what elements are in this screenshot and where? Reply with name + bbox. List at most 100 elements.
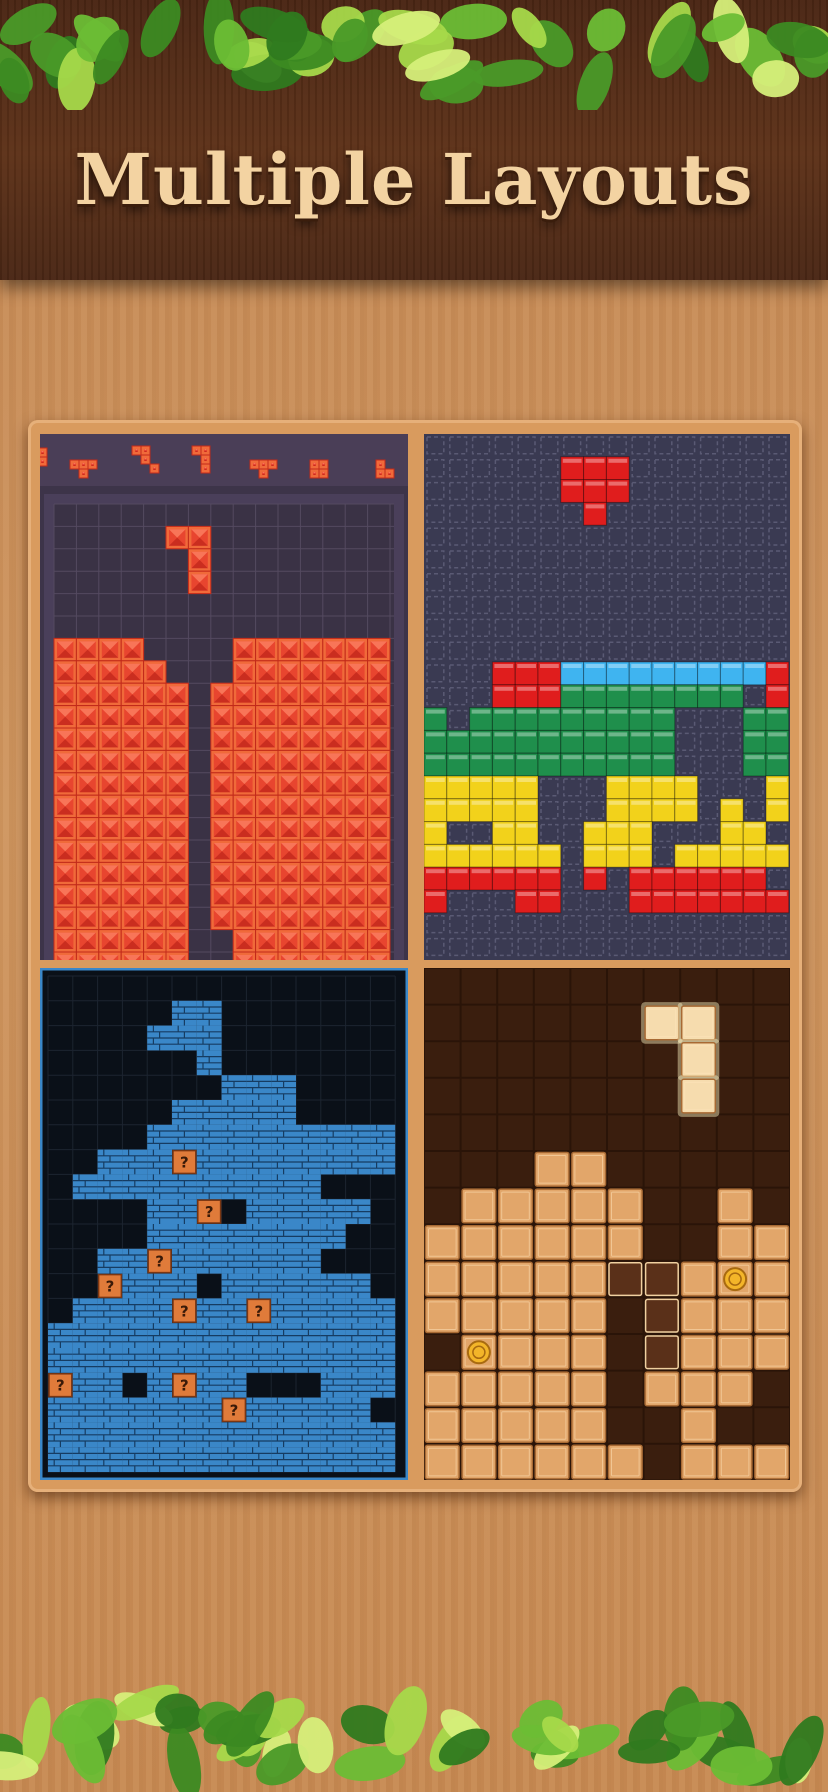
coin-icon [466,1340,491,1365]
wood-block [571,1261,607,1297]
jewel-block [210,749,234,774]
jewel-block [232,637,257,662]
brick-block [147,1323,172,1348]
tetris-board [424,436,790,957]
wood-block [717,1298,753,1334]
brick-block [147,1422,172,1448]
tetromino-block [628,798,653,823]
brick-block [172,1248,197,1274]
brick-block [72,1372,98,1398]
empty-slot [644,1335,679,1370]
jewel-block [255,660,279,684]
tetromino-block [651,684,676,709]
tetromino-block [514,684,539,709]
jewel-block [344,906,369,931]
tetromino-block [560,729,585,754]
jewel-block [120,682,145,707]
jewel-block [98,906,122,931]
tetromino-block [469,752,493,777]
jewel-block [322,861,346,886]
wood-block [534,1261,570,1297]
tetromino-block [628,775,653,800]
jewel-block [78,468,89,479]
wood-board [424,968,790,1480]
tetromino-block [537,843,562,868]
jewel-block [120,884,145,908]
jewel-block [299,906,324,931]
jewel-block [255,929,279,953]
brick-block [97,1397,123,1423]
tetromino-block [469,843,493,868]
jewel-block [344,839,369,863]
jewel-block [143,929,167,953]
brick-block [48,1323,73,1348]
jewel-block [277,794,301,819]
jewel-block [143,772,167,796]
wood-block [677,1038,720,1081]
jewel-block [232,749,257,774]
svg-text:?: ? [254,1302,263,1320]
brick-block [246,1174,272,1200]
jewel-block [120,861,145,886]
jewel-block [255,884,279,908]
jewel-block [344,772,369,796]
tetromino-block [560,707,585,731]
brick-block [172,1000,197,1026]
jewel-block [384,468,395,479]
jewel-block [98,951,122,960]
tetromino-block [424,889,448,914]
tetromino-block [628,729,653,754]
tetromino-block [583,661,607,686]
jewel-block [98,794,122,819]
brick-block [296,1397,321,1423]
jewel-block [367,727,391,751]
jewel-block [258,468,269,479]
jewel-block [53,839,77,863]
jewel-block [344,817,369,841]
jewel-block [131,445,142,456]
tetromino-block [674,798,699,823]
jewel-block [232,682,257,707]
jewel-block [53,906,77,931]
brick-block [320,1124,346,1150]
jewel-block [140,454,151,465]
wood-block [607,1444,643,1480]
tetromino-block [537,866,562,891]
wood-block [497,1334,534,1370]
brick-block [370,1348,396,1373]
jewel-block [277,839,301,863]
brick-block [320,1224,346,1249]
tetromino-block [537,752,562,777]
brick-block [172,1273,197,1299]
brick-block [320,1372,346,1398]
brick-block [122,1397,148,1423]
wood-block [534,1151,570,1187]
jewel-block [255,727,279,751]
jewel-block [255,705,279,729]
tetromino-block [446,729,471,754]
brick-block [246,1422,272,1448]
jewel-block [187,570,212,595]
jewel-block [143,705,167,729]
brick-block [221,1100,247,1125]
tetromino-block [583,456,607,481]
wood-block [607,1224,643,1261]
jewel-block [367,682,391,707]
wood-block [497,1298,534,1334]
wood-block [497,1224,534,1261]
wood-block [497,1261,534,1297]
tetromino-block [719,866,744,891]
svg-text:?: ? [230,1401,239,1419]
tetromino-block [742,889,767,914]
jewel-block [255,637,279,662]
brick-block [271,1149,296,1175]
jewel-block [344,951,369,960]
jewel-block [322,884,346,908]
tetromino-block [719,661,744,686]
wood-block [571,1334,607,1370]
jewel-block [165,727,189,751]
jewel-block [232,861,257,886]
brick-block [271,1273,296,1299]
brick-block [271,1422,296,1448]
brick-block [196,1050,222,1076]
